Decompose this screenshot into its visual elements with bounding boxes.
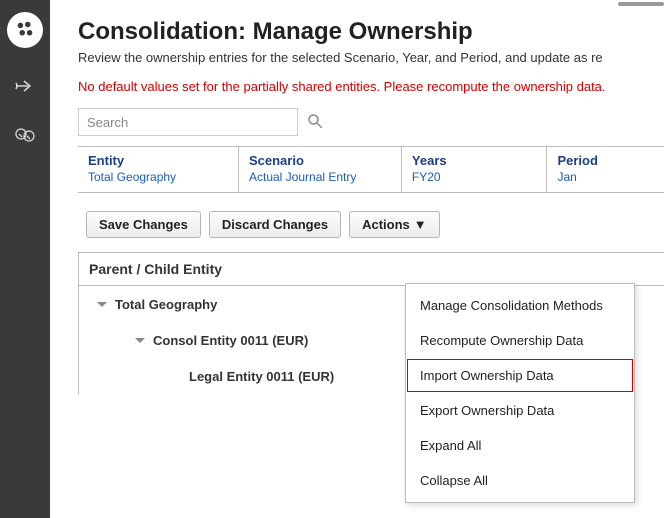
arrow-icon[interactable]	[13, 74, 37, 98]
save-button[interactable]: Save Changes	[86, 211, 201, 238]
menu-item-export[interactable]: Export Ownership Data	[406, 393, 634, 428]
menu-item-manage-methods[interactable]: Manage Consolidation Methods	[406, 288, 634, 323]
context-years-value: FY20	[412, 170, 537, 184]
warning-message: No default values set for the partially …	[78, 79, 664, 94]
menu-item-collapse-all[interactable]: Collapse All	[406, 463, 634, 498]
tree-header: Parent / Child Entity	[79, 253, 664, 286]
page-subtitle: Review the ownership entries for the sel…	[78, 50, 664, 65]
discard-button[interactable]: Discard Changes	[209, 211, 341, 238]
menu-item-import[interactable]: Import Ownership Data	[406, 358, 634, 393]
left-sidebar	[0, 0, 50, 518]
toolbar: Save Changes Discard Changes Actions ▼	[78, 193, 664, 252]
context-entity-label: Entity	[88, 153, 228, 168]
context-period[interactable]: Period Jan	[547, 147, 664, 192]
menu-item-recompute[interactable]: Recompute Ownership Data	[406, 323, 634, 358]
context-scenario-label: Scenario	[249, 153, 391, 168]
context-years[interactable]: Years FY20	[402, 147, 548, 192]
context-years-label: Years	[412, 153, 537, 168]
actions-button[interactable]: Actions ▼	[349, 211, 440, 238]
context-entity[interactable]: Entity Total Geography	[78, 147, 239, 192]
search-input[interactable]	[78, 108, 298, 136]
search-icon[interactable]	[306, 112, 324, 133]
context-scenario-value: Actual Journal Entry	[249, 170, 391, 184]
logo-icon	[14, 19, 36, 41]
expand-icon[interactable]	[135, 338, 145, 343]
caret-down-icon: ▼	[414, 217, 427, 232]
expand-icon[interactable]	[97, 302, 107, 307]
context-period-label: Period	[557, 153, 654, 168]
context-entity-value: Total Geography	[88, 170, 228, 184]
tree-row-label: Legal Entity 0011 (EUR)	[189, 369, 334, 384]
page-title: Consolidation: Manage Ownership	[78, 18, 664, 46]
menu-item-expand-all[interactable]: Expand All	[406, 428, 634, 463]
context-period-value: Jan	[557, 170, 654, 184]
context-scenario[interactable]: Scenario Actual Journal Entry	[239, 147, 402, 192]
actions-menu: Manage Consolidation Methods Recompute O…	[405, 283, 635, 503]
tree-row-label: Total Geography	[115, 297, 217, 312]
tree-row-label: Consol Entity 0011 (EUR)	[153, 333, 308, 348]
handshake-icon[interactable]	[13, 124, 37, 148]
app-logo[interactable]	[7, 12, 43, 48]
context-bar: Entity Total Geography Scenario Actual J…	[78, 146, 664, 193]
actions-button-label: Actions	[362, 217, 410, 232]
